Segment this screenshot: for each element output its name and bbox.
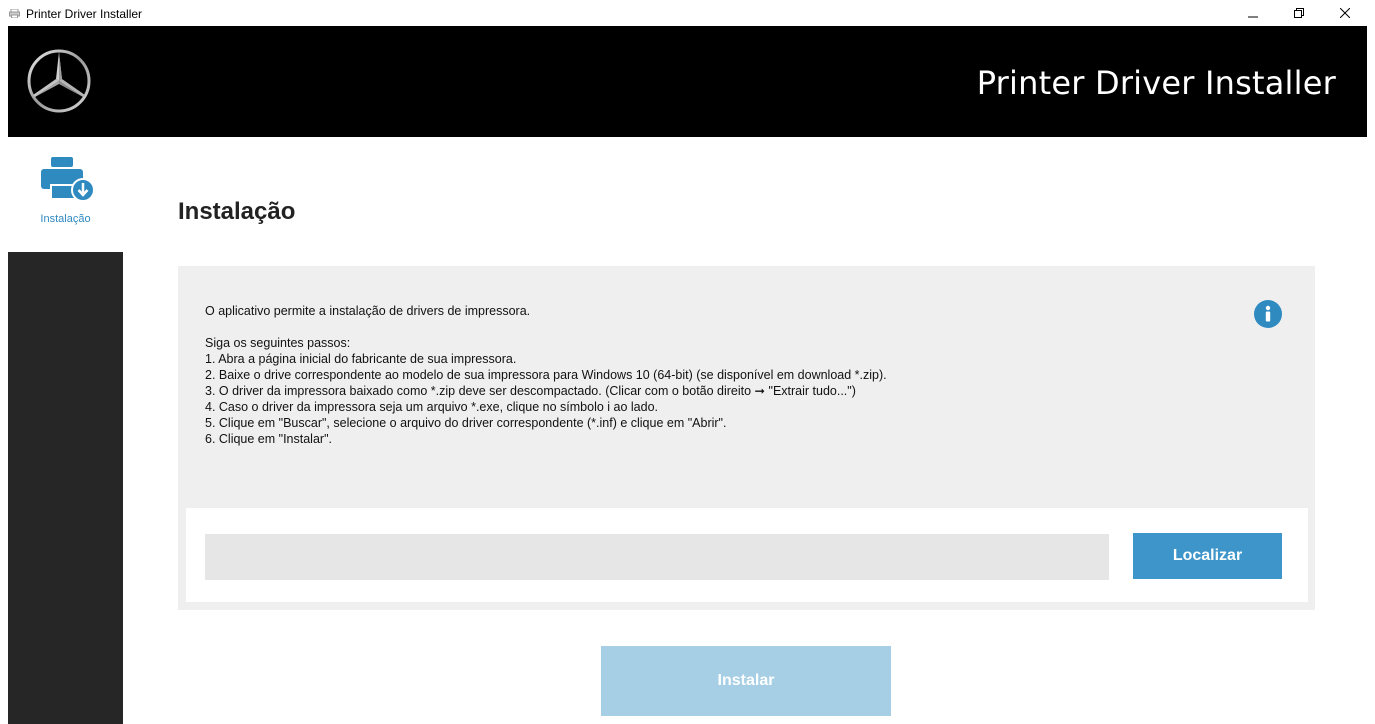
- step-item: 6. Clique em "Instalar".: [205, 432, 332, 446]
- printer-download-icon: [41, 157, 95, 202]
- sidebar-item-installation[interactable]: Instalação: [8, 137, 123, 252]
- step-item: 2. Baixe o drive correspondente ao model…: [205, 368, 887, 382]
- restore-icon: [1294, 8, 1304, 18]
- close-icon: [1340, 8, 1350, 18]
- minimize-icon: [1248, 16, 1258, 18]
- driver-path-input[interactable]: [205, 534, 1109, 580]
- window-title: Printer Driver Installer: [26, 7, 143, 21]
- sidebar-background: [8, 252, 123, 724]
- mercedes-star-icon: [27, 49, 91, 113]
- minimize-button[interactable]: [1230, 0, 1276, 26]
- intro-text: O aplicativo permite a instalação de dri…: [205, 304, 531, 318]
- restore-button[interactable]: [1276, 0, 1322, 26]
- close-button[interactable]: [1322, 0, 1368, 26]
- locate-button[interactable]: Localizar: [1133, 533, 1282, 579]
- app-header: Printer Driver Installer: [8, 26, 1367, 137]
- instructions-text: O aplicativo permite a instalação de dri…: [205, 303, 1255, 447]
- step-item: 1. Abra a página inicial do fabricante d…: [205, 352, 517, 366]
- window-titlebar: Printer Driver Installer: [0, 0, 1375, 26]
- printer-icon: [9, 9, 20, 18]
- steps-heading: Siga os seguintes passos:: [205, 336, 351, 350]
- info-icon[interactable]: [1254, 300, 1282, 328]
- sidebar-nav: Instalação: [8, 137, 123, 252]
- step-item: 4. Caso o driver da impressora seja um a…: [205, 400, 659, 414]
- app-title: Printer Driver Installer: [976, 64, 1336, 102]
- sidebar-item-label: Instalação: [40, 213, 91, 225]
- instructions-panel: O aplicativo permite a instalação de dri…: [178, 266, 1315, 610]
- file-select-row: Localizar: [186, 508, 1308, 602]
- page-title: Instalação: [178, 198, 296, 225]
- step-item: 3. O driver da impressora baixado como *…: [205, 384, 856, 398]
- step-item: 5. Clique em "Buscar", selecione o arqui…: [205, 416, 727, 430]
- install-button[interactable]: Instalar: [601, 646, 891, 716]
